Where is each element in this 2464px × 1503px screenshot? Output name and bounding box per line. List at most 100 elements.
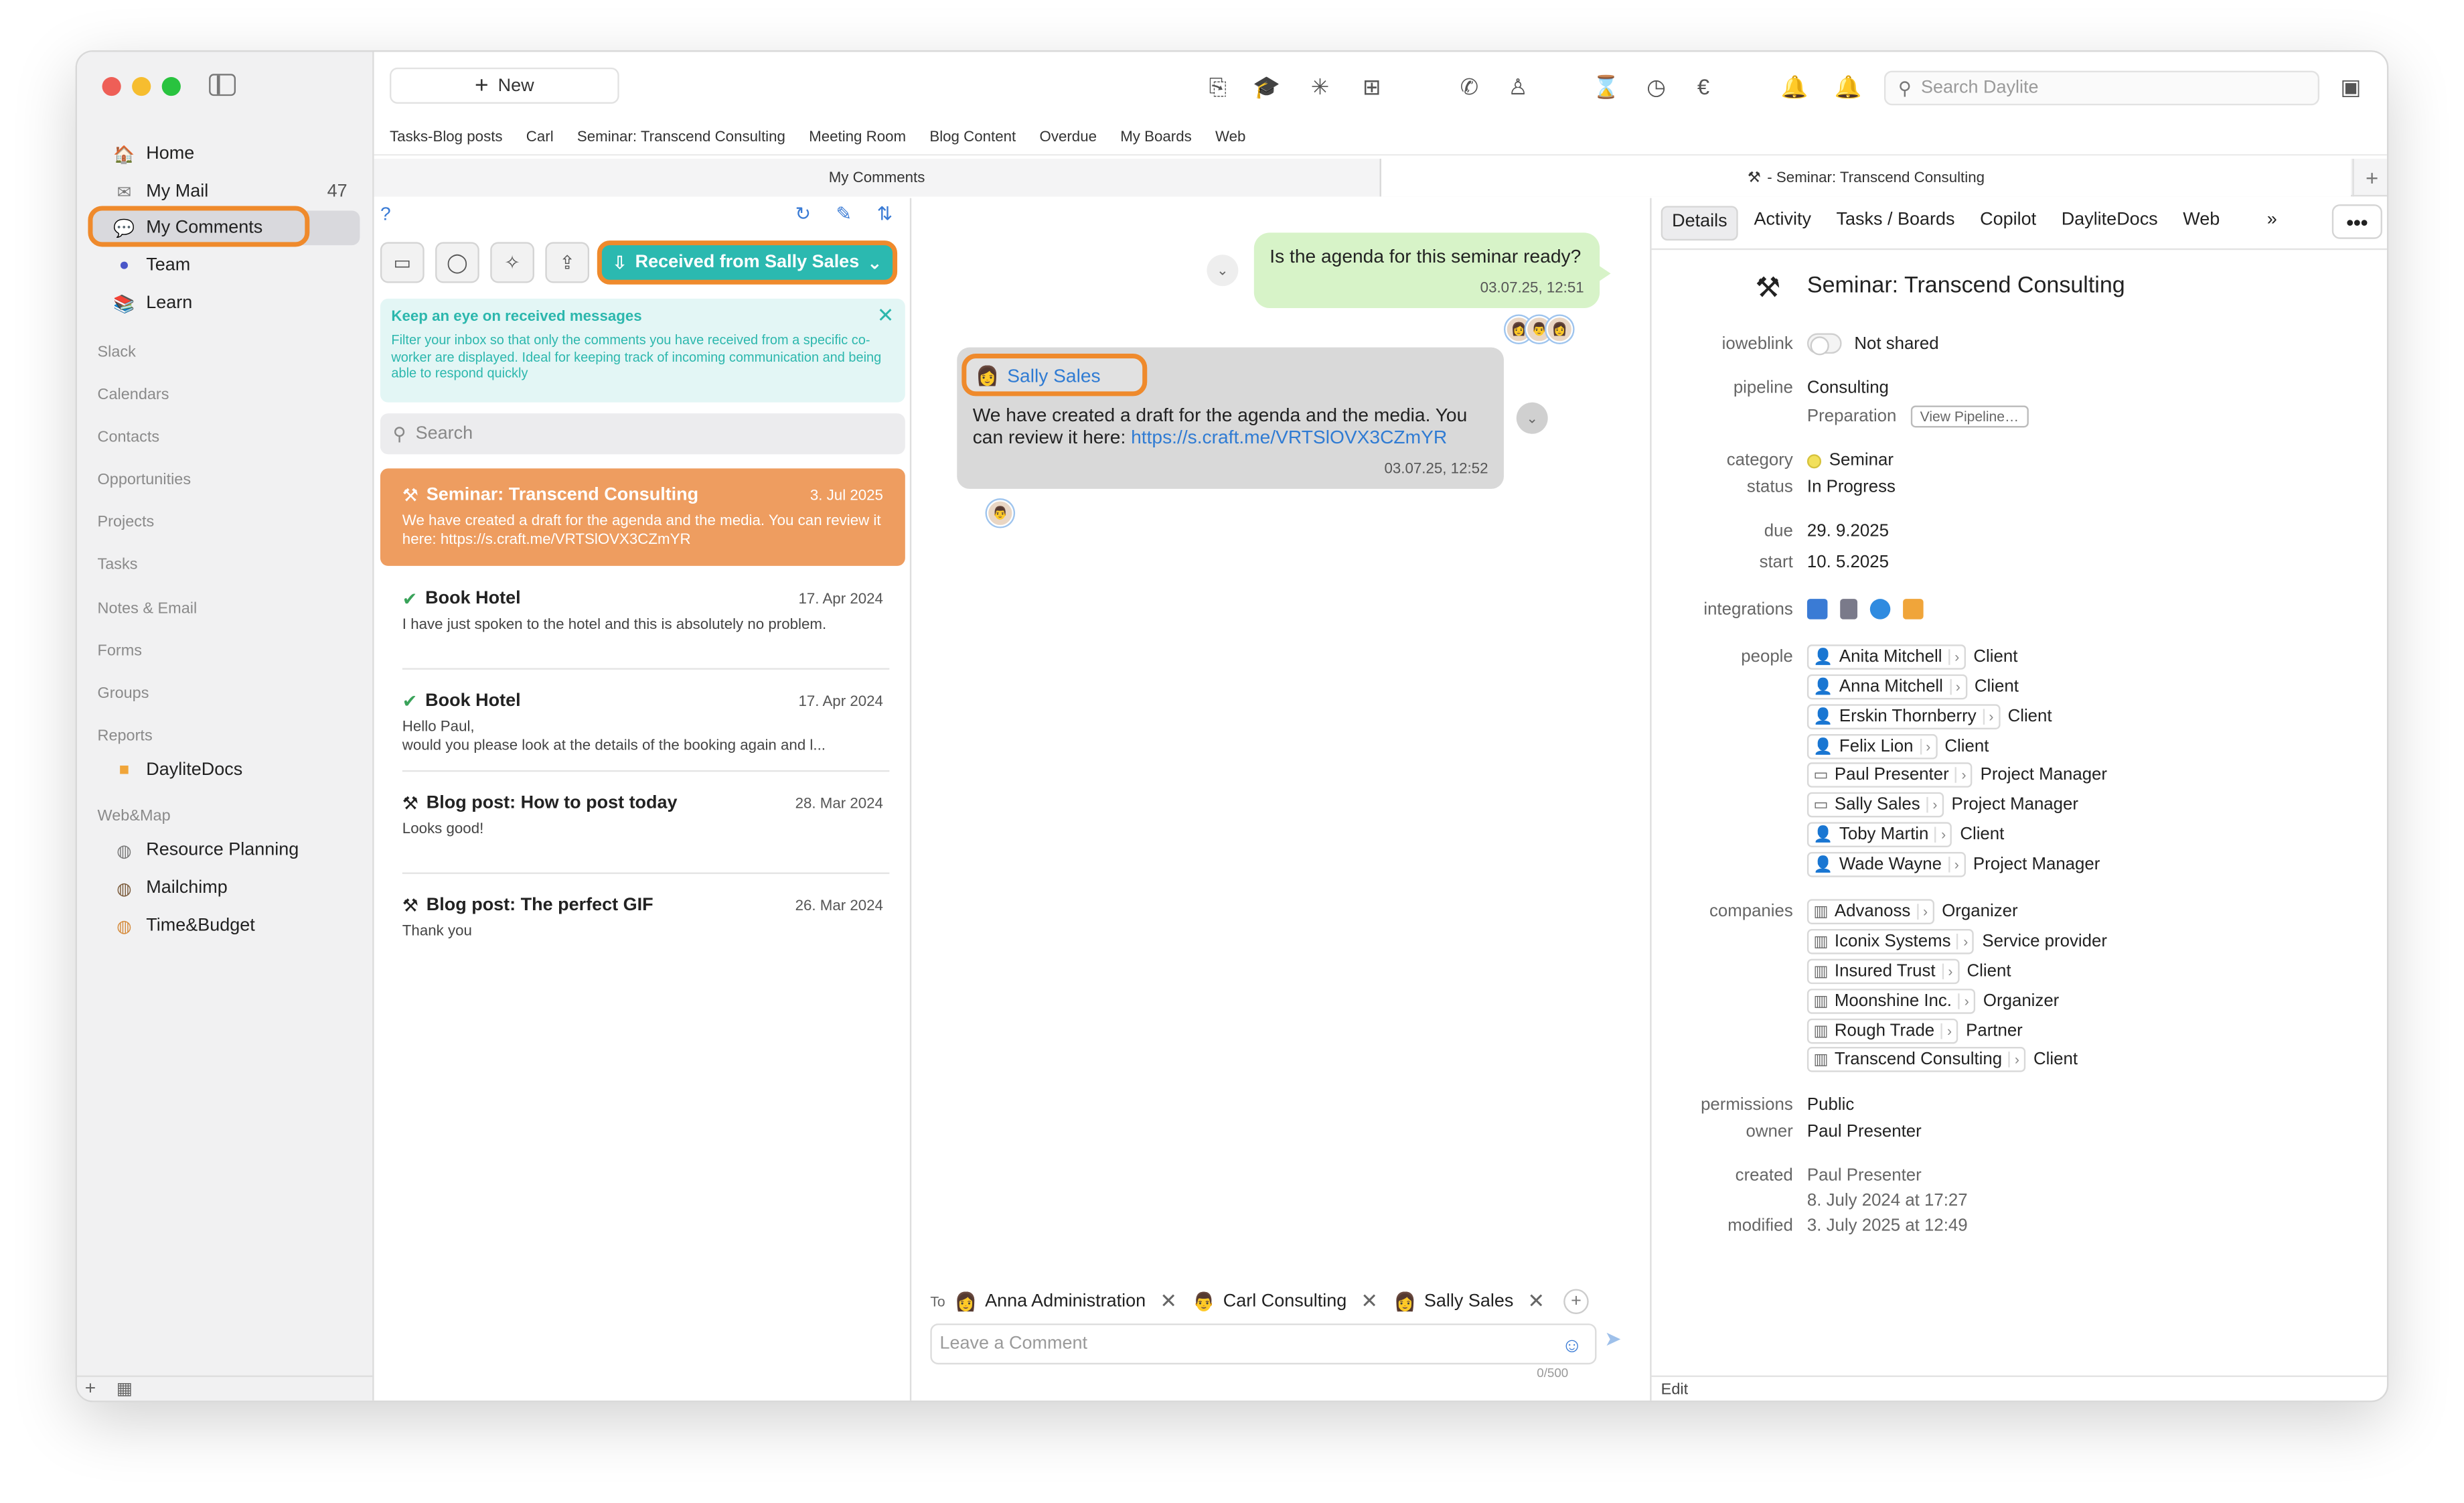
- add-recipient-icon[interactable]: +: [1563, 1289, 1589, 1315]
- section-opportunities[interactable]: Opportunities: [98, 472, 191, 489]
- person-settings-icon[interactable]: ♙: [1504, 72, 1532, 100]
- more-actions-button[interactable]: •••: [2331, 204, 2382, 239]
- inbox-filter-button[interactable]: ▭: [380, 242, 425, 283]
- section-calendars[interactable]: Calendars: [98, 386, 169, 404]
- boards-icon[interactable]: [1806, 599, 1828, 620]
- quick-tab[interactable]: My Boards: [1120, 129, 1192, 146]
- section-tasks[interactable]: Tasks: [98, 557, 138, 574]
- euro-icon[interactable]: €: [1689, 72, 1717, 100]
- tab-tasks-boards[interactable]: Tasks / Boards: [1827, 206, 1964, 240]
- list-item[interactable]: ⚒ Blog post: How to post today 28. Mar 20…: [380, 776, 905, 874]
- quick-tab[interactable]: Web: [1215, 129, 1245, 146]
- quick-tab[interactable]: Seminar: Transcend Consulting: [577, 129, 785, 146]
- list-item[interactable]: ⚒ Blog post: The perfect GIF 26. Mar 2024…: [380, 879, 905, 977]
- remove-icon[interactable]: ✕: [1527, 1289, 1545, 1314]
- person-link[interactable]: 👤 Anna Mitchell ›: [1806, 674, 1967, 700]
- sidebar-item-home[interactable]: 🏠 Home: [92, 137, 360, 171]
- person-link[interactable]: ▭ Sally Sales ›: [1806, 792, 1944, 818]
- received-from-filter-button[interactable]: ⇩ Received from Sally Sales ⌄: [597, 240, 898, 285]
- help-icon[interactable]: ?: [380, 203, 391, 225]
- sidebar-item-learn[interactable]: 📚 Learn: [92, 286, 360, 321]
- folder-icon[interactable]: [1903, 599, 1924, 620]
- quick-tab[interactable]: Carl: [526, 129, 554, 146]
- tab-web[interactable]: Web: [2173, 206, 2229, 240]
- slack-icon[interactable]: [1840, 599, 1858, 620]
- comment-input[interactable]: Leave a Comment ☺: [930, 1323, 1597, 1365]
- inspector-toggle-icon[interactable]: ▣: [2337, 72, 2365, 100]
- link-icon[interactable]: ⎘: [1204, 72, 1232, 100]
- sort-icon[interactable]: ⇅: [877, 203, 893, 225]
- refresh-icon[interactable]: ↻: [795, 203, 812, 225]
- tab-seminar[interactable]: ⚒ - Seminar: Transcend Consulting: [1381, 159, 2351, 197]
- section-web-map[interactable]: Web&Map: [98, 808, 171, 825]
- mention-filter-button[interactable]: ✧: [490, 242, 534, 283]
- tab-activity[interactable]: Activity: [1744, 206, 1821, 240]
- list-item[interactable]: ✔ Book Hotel 17. Apr 2024 Hello Paul, wou…: [380, 674, 905, 772]
- quick-tab[interactable]: Tasks-Blog posts: [390, 129, 503, 146]
- quick-tab[interactable]: Overdue: [1039, 129, 1097, 146]
- view-pipeline-button[interactable]: View Pipeline…: [1910, 405, 2029, 428]
- person-link[interactable]: 👤 Wade Wayne ›: [1806, 852, 1966, 877]
- section-forms[interactable]: Forms: [98, 643, 143, 660]
- sidebar-item-resource-planning[interactable]: ◍ Resource Planning: [92, 833, 360, 868]
- list-search-input[interactable]: ⚲ Search: [380, 413, 905, 455]
- list-item[interactable]: ⚒ Seminar: Transcend Consulting 3. Jul 20…: [380, 468, 905, 566]
- company-link[interactable]: ▥ Insured Trust ›: [1806, 958, 1959, 985]
- close-window-button[interactable]: [102, 76, 121, 96]
- layout-icon[interactable]: ⊞: [1358, 72, 1386, 100]
- add-tab-button[interactable]: +: [2352, 159, 2387, 197]
- compose-icon[interactable]: ✎: [836, 203, 852, 225]
- quick-tab[interactable]: Blog Content: [929, 129, 1016, 146]
- hourglass-icon[interactable]: ⌛: [1592, 72, 1620, 100]
- sent-filter-button[interactable]: ⇪: [545, 242, 590, 283]
- sparkle-icon[interactable]: ✳: [1306, 72, 1334, 100]
- sidebar-toggle-icon[interactable]: [209, 74, 236, 96]
- ioweblink-toggle[interactable]: Not shared: [1806, 333, 1939, 356]
- recipient-chip[interactable]: 👩 Anna Administration ✕: [955, 1289, 1177, 1314]
- company-link[interactable]: ▥ Transcend Consulting ›: [1806, 1047, 2026, 1072]
- sidebar-item-team[interactable]: ● Team: [92, 248, 360, 283]
- company-link[interactable]: ▥ Rough Trade ›: [1806, 1018, 1958, 1044]
- person-link[interactable]: 👤 Erskin Thornberry ›: [1806, 704, 2000, 729]
- company-link[interactable]: ▥ Iconix Systems ›: [1806, 929, 1975, 954]
- new-button[interactable]: + New: [390, 67, 619, 104]
- toggle-switch[interactable]: [1806, 333, 1842, 356]
- list-item[interactable]: ✔ Book Hotel 17. Apr 2024 I have just spo…: [380, 572, 905, 670]
- person-link[interactable]: 👤 Anita Mitchell ›: [1806, 644, 1966, 670]
- section-groups[interactable]: Groups: [98, 685, 149, 703]
- emoji-icon[interactable]: ☺: [1561, 1333, 1582, 1356]
- person-link[interactable]: 👤 Toby Martin ›: [1806, 822, 1952, 847]
- chevron-down-icon[interactable]: ⌄: [1516, 402, 1548, 434]
- recipient-chip[interactable]: 👨 Carl Consulting ✕: [1192, 1289, 1378, 1314]
- tab-details[interactable]: Details: [1661, 206, 1739, 241]
- quick-tab[interactable]: Meeting Room: [809, 129, 906, 146]
- sidebar-item-my-mail[interactable]: ✉ My Mail 47: [92, 175, 360, 210]
- chevron-down-icon[interactable]: ⌄: [1207, 255, 1239, 287]
- sidebar-item-daylitedocs[interactable]: ■ DayliteDocs: [92, 753, 360, 788]
- section-slack[interactable]: Slack: [98, 344, 136, 362]
- more-tabs-icon[interactable]: »: [2258, 206, 2287, 240]
- person-link[interactable]: 👤 Felix Lion ›: [1806, 734, 1937, 760]
- edit-button[interactable]: Edit: [1651, 1375, 2387, 1401]
- sender-chip[interactable]: 👩 Sally Sales: [961, 354, 1148, 397]
- graduation-cap-icon[interactable]: 🎓: [1252, 72, 1280, 100]
- tab-daylitedocs[interactable]: DayliteDocs: [2052, 206, 2167, 240]
- search-daylite-input[interactable]: ⚲ Search Daylite: [1883, 70, 2320, 106]
- phone-icon[interactable]: ✆: [1455, 72, 1483, 100]
- zoom-window-button[interactable]: [161, 76, 181, 96]
- bubble-filter-button[interactable]: ◯: [435, 242, 479, 283]
- tab-my-comments[interactable]: My Comments: [374, 159, 1381, 197]
- minimize-window-button[interactable]: [132, 76, 151, 96]
- recipient-chip[interactable]: 👩 Sally Sales ✕: [1393, 1289, 1545, 1314]
- tab-copilot[interactable]: Copilot: [1971, 206, 2046, 240]
- timer-icon[interactable]: ◷: [1642, 72, 1671, 100]
- category-value[interactable]: Seminar: [1806, 451, 1894, 470]
- section-notes-email[interactable]: Notes & Email: [98, 601, 198, 618]
- notification-bell-icon[interactable]: 🔔: [1834, 72, 1862, 100]
- close-icon[interactable]: ✕: [877, 303, 895, 329]
- section-projects[interactable]: Projects: [98, 514, 155, 531]
- company-link[interactable]: ▥ Advanoss ›: [1806, 899, 1934, 924]
- send-icon[interactable]: ➤: [1604, 1327, 1622, 1352]
- bell-settings-icon[interactable]: 🔔: [1780, 72, 1808, 100]
- section-reports[interactable]: Reports: [98, 728, 153, 745]
